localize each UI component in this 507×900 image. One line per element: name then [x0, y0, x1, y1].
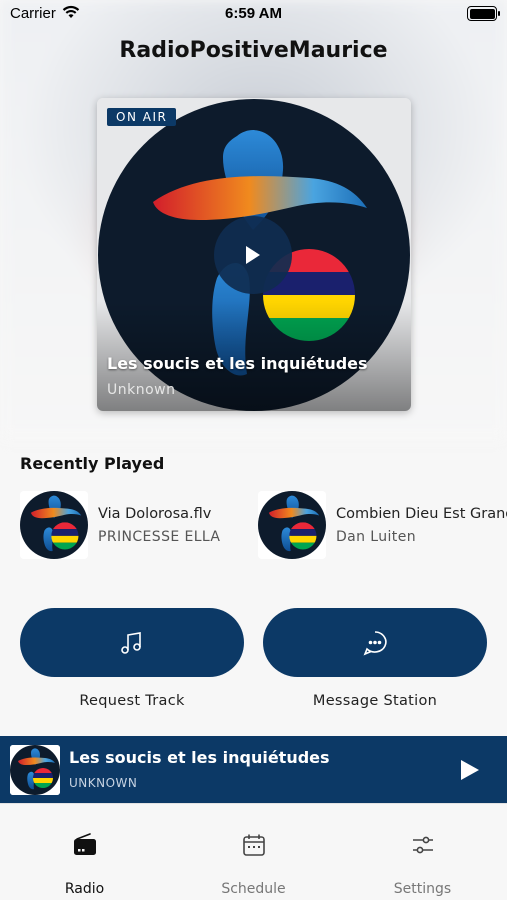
- clock: 6:59 AM: [225, 5, 282, 22]
- play-button[interactable]: [214, 216, 292, 294]
- message-station-label: Message Station: [312, 693, 438, 709]
- now-playing-artist: Unknown: [107, 382, 176, 398]
- chat-bubble-icon: [363, 630, 387, 655]
- mini-player-play-button[interactable]: [459, 758, 481, 786]
- recent-track-item[interactable]: Via Dolorosa.flv PRINCESSE ELLA: [20, 490, 220, 560]
- message-station-button[interactable]: [263, 608, 487, 677]
- mini-player-artwork: [10, 745, 60, 795]
- track-artist: Dan Luiten: [336, 528, 416, 545]
- recently-played-list: Via Dolorosa.flv PRINCESSE ELLA Combien …: [20, 490, 507, 560]
- status-bar: Carrier 6:59 AM: [0, 0, 507, 28]
- track-title: Combien Dieu Est Grand: [336, 505, 507, 522]
- mini-player[interactable]: Les soucis et les inquiétudes UNKNOWN: [0, 736, 507, 803]
- track-artwork: [258, 491, 326, 559]
- tab-label: Radio: [64, 881, 105, 897]
- battery-icon: [467, 6, 500, 21]
- music-note-icon: [121, 631, 141, 654]
- tab-settings[interactable]: Settings: [338, 804, 507, 900]
- play-icon: [246, 246, 260, 264]
- play-icon: [461, 760, 479, 780]
- request-track-button[interactable]: [20, 608, 244, 677]
- page-title: RadioPositiveMaurice: [119, 38, 388, 63]
- tab-label: Settings: [393, 881, 452, 897]
- tab-label: Schedule: [221, 881, 286, 897]
- tab-schedule[interactable]: Schedule: [169, 804, 338, 900]
- calendar-icon: [243, 834, 265, 856]
- sliders-icon: [413, 836, 433, 854]
- track-artist: PRINCESSE ELLA: [98, 528, 221, 545]
- tab-radio[interactable]: Radio: [0, 804, 169, 900]
- tab-bar: Radio Schedule Settings: [0, 803, 507, 900]
- now-playing-card: ON AIR Les soucis et les inquiétudes Unk…: [97, 98, 411, 411]
- recent-track-item[interactable]: Combien Dieu Est Grand Dan Luiten: [258, 490, 507, 560]
- request-track-label: Request Track: [79, 693, 185, 709]
- mini-player-artist: UNKNOWN: [69, 776, 138, 790]
- on-air-badge: ON AIR: [107, 108, 177, 126]
- track-title: Via Dolorosa.flv: [98, 505, 212, 522]
- now-playing-title: Les soucis et les inquiétudes: [107, 354, 368, 373]
- recently-played-heading: Recently Played: [20, 454, 165, 473]
- mini-player-title: Les soucis et les inquiétudes: [69, 748, 330, 767]
- radio-icon: [74, 833, 96, 855]
- track-artwork: [20, 491, 88, 559]
